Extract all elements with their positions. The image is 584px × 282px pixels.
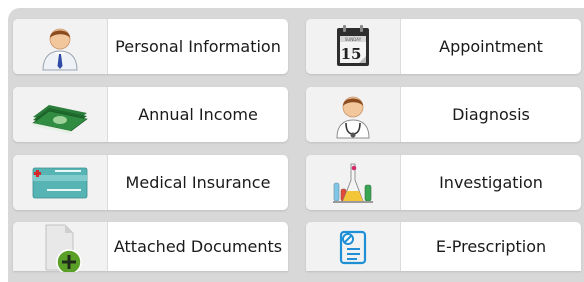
medical-insurance-button[interactable]: Medical Insurance [13, 155, 288, 210]
appointment-button[interactable]: SUNDAY 15 Appointment [306, 19, 581, 74]
money-icon [13, 87, 107, 142]
prescription-icon [306, 222, 400, 271]
diagnosis-label: Diagnosis [452, 105, 530, 124]
e-prescription-label: E-Prescription [435, 237, 547, 256]
personal-information-label: Personal Information [115, 37, 281, 56]
personal-information-button[interactable]: Personal Information [13, 19, 288, 74]
calendar-icon: SUNDAY 15 [306, 19, 400, 74]
insurance-card-icon [13, 155, 107, 210]
investigation-label: Investigation [439, 173, 543, 192]
annual-income-button[interactable]: Annual Income [13, 87, 288, 142]
appointment-label: Appointment [439, 37, 543, 56]
add-document-icon [13, 222, 107, 272]
investigation-button[interactable]: Investigation [306, 155, 581, 210]
attached-documents-button[interactable]: Attached Documents [13, 222, 288, 272]
diagnosis-button[interactable]: Diagnosis [306, 87, 581, 142]
calendar-day-text: 15 [341, 45, 362, 63]
medical-insurance-label: Medical Insurance [125, 173, 271, 192]
calendar-month-text: SUNDAY [345, 37, 362, 42]
annual-income-label: Annual Income [138, 105, 258, 124]
attached-documents-label: Attached Documents [113, 237, 283, 256]
doctor-icon [306, 87, 400, 142]
lab-flasks-icon [306, 155, 400, 210]
e-prescription-button[interactable]: E-Prescription [306, 222, 581, 271]
person-icon [13, 19, 107, 74]
